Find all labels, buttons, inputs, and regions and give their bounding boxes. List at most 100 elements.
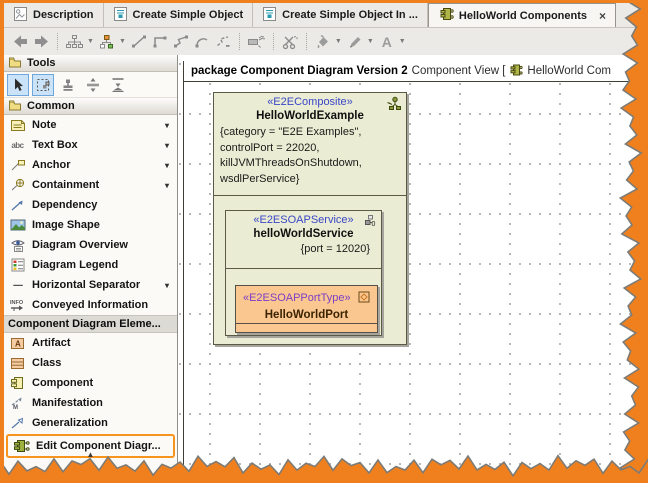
palette-item-horizontal-separator[interactable]: ---- Horizontal Separator ▾	[4, 275, 177, 295]
horizontal-separator-icon: ----	[9, 280, 26, 291]
palette-item-label: Diagram Legend	[32, 259, 172, 271]
diagram-tab-bar: Description Create Simple Object Create …	[4, 3, 648, 28]
rectilinear-line-icon[interactable]	[150, 31, 170, 53]
palette-item-artifact[interactable]: A Artifact	[4, 333, 177, 353]
diagram-frame-border	[183, 82, 184, 483]
diagram-canvas[interactable]: package Component Diagram Version 2 Comp…	[178, 55, 648, 483]
svg-text:M: M	[13, 405, 18, 410]
diagram-legend-icon	[9, 258, 26, 272]
palette-item-component[interactable]: Component	[4, 373, 177, 393]
anchor-icon	[9, 158, 26, 172]
service-property: {port = 12020}	[231, 243, 376, 255]
class-icon	[9, 357, 26, 370]
palette-item-dependency[interactable]: Dependency	[4, 195, 177, 215]
folder-icon	[8, 99, 22, 114]
stereotype-label: «E2ESOAPPortType»	[243, 292, 351, 304]
palette-item-label: Note	[32, 119, 159, 131]
select-tool-icon[interactable]	[7, 74, 29, 96]
palette-item-label: Diagram Overview	[32, 239, 172, 251]
fill-color-icon[interactable]	[313, 31, 333, 53]
palette-item-diagram-legend[interactable]: Diagram Legend	[4, 255, 177, 275]
tab-create-simple-object[interactable]: Create Simple Object	[104, 3, 254, 27]
porttype-empty-compartment	[236, 323, 377, 332]
dropdown-caret-icon[interactable]: ▼	[119, 38, 126, 45]
quick-layout-icon[interactable]	[97, 31, 117, 53]
dropdown-caret-icon[interactable]: ▼	[367, 38, 374, 45]
palette-item-label: Text Box	[32, 139, 159, 151]
component-helloworldport[interactable]: «E2ESOAPPortType» HelloWorldPort	[235, 285, 378, 333]
stamp-tool-icon[interactable]	[57, 74, 79, 96]
diagram-toolbar: ▼ ▼ ▼	[4, 28, 648, 55]
pen-color-icon[interactable]	[345, 31, 365, 53]
artifact-icon: A	[9, 337, 26, 350]
toolbar-separator	[57, 33, 58, 50]
stereotype-label: «E2EComposite»	[220, 96, 400, 108]
containment-icon	[9, 178, 26, 192]
diagram-overview-icon	[9, 238, 26, 252]
frame-view-label: Component View [	[412, 65, 506, 77]
component-property-line: wsdlPerService}	[220, 172, 400, 188]
tools-row	[4, 72, 177, 98]
dropdown-caret-icon[interactable]: ▼	[335, 38, 342, 45]
dropdown-caret-icon[interactable]: ▼	[87, 38, 94, 45]
generalization-icon	[9, 417, 26, 430]
palette-item-conveyed-information[interactable]: INFO Conveyed Information	[4, 295, 177, 315]
palette-item-text-box[interactable]: abc Text Box ▾	[4, 135, 177, 155]
palette-scroll-arrow[interactable]: ▲	[4, 450, 177, 459]
palette-section-component-diagram-elements[interactable]: Component Diagram Eleme...	[4, 315, 177, 333]
palette-item-generalization[interactable]: Generalization	[4, 413, 177, 433]
chevron-down-icon[interactable]: ▾	[165, 281, 172, 290]
palette-item-image-shape[interactable]: Image Shape	[4, 215, 177, 235]
text-box-icon: abc	[9, 141, 26, 150]
palette-item-label: Class	[32, 357, 172, 369]
porttype-name: HelloWorldPort	[236, 309, 377, 321]
chevron-down-icon[interactable]: ▾	[165, 141, 172, 150]
cut-icon[interactable]	[280, 31, 300, 53]
palette-item-anchor[interactable]: Anchor ▾	[4, 155, 177, 175]
composite-structure-icon	[386, 96, 402, 116]
font-icon[interactable]: A	[377, 31, 397, 53]
svg-text:A: A	[15, 339, 21, 348]
chevron-down-icon[interactable]: ▾	[165, 181, 172, 190]
close-icon[interactable]: ×	[599, 10, 606, 22]
straight-line-icon[interactable]	[129, 31, 149, 53]
diagram-frame-header[interactable]: package Component Diagram Version 2 Comp…	[183, 61, 648, 82]
forward-arrow-icon[interactable]	[31, 31, 51, 53]
tab-create-simple-object-in[interactable]: Create Simple Object In ...	[253, 3, 428, 27]
spline-line-icon[interactable]	[213, 31, 233, 53]
tab-label: Create Simple Object In ...	[282, 9, 418, 21]
palette-item-class[interactable]: Class	[4, 353, 177, 373]
content-diagram-icon	[113, 6, 128, 25]
section-label: Common	[27, 100, 75, 112]
component-icon	[9, 376, 26, 390]
palette-item-label: Horizontal Separator	[32, 279, 159, 291]
curved-line-icon[interactable]	[192, 31, 212, 53]
back-arrow-icon[interactable]	[10, 31, 30, 53]
palette-section-tools[interactable]: Tools	[4, 55, 177, 72]
component-helloworldservice[interactable]: «E2ESOAPService» 0 helloWorldService {po…	[225, 210, 382, 336]
content-diagram-icon	[262, 6, 277, 25]
dropdown-caret-icon[interactable]: ▼	[399, 38, 406, 45]
tab-description[interactable]: Description	[4, 3, 104, 27]
service-header-compartment: «E2ESOAPService» 0 helloWorldService {po…	[226, 211, 381, 269]
component-helloworldexample[interactable]: «E2EComposite» HelloWorldExample {catego…	[213, 92, 407, 345]
palette-item-note[interactable]: Note ▾	[4, 115, 177, 135]
display-related-icon[interactable]	[246, 31, 267, 53]
palette-section-common[interactable]: Common	[4, 98, 177, 115]
chevron-down-icon[interactable]: ▾	[165, 121, 172, 130]
component-diagram-icon	[438, 6, 454, 25]
component-diagram-icon	[509, 63, 523, 80]
palette-item-containment[interactable]: Containment ▾	[4, 175, 177, 195]
palette-item-diagram-overview[interactable]: Diagram Overview	[4, 235, 177, 255]
vertical-distribute-icon[interactable]	[82, 74, 104, 96]
palette-item-label: Conveyed Information	[32, 299, 172, 311]
vertical-align-icon[interactable]	[107, 74, 129, 96]
palette-item-label: Artifact	[32, 337, 172, 349]
palette-item-label: Component	[32, 377, 172, 389]
chevron-down-icon[interactable]: ▾	[165, 161, 172, 170]
tab-helloworld-components[interactable]: HelloWorld Components ×	[428, 3, 616, 27]
oblique-line-icon[interactable]	[171, 31, 191, 53]
marquee-tool-icon[interactable]	[32, 74, 54, 96]
palette-item-manifestation[interactable]: M Manifestation	[4, 393, 177, 413]
containment-layout-icon[interactable]	[64, 31, 85, 53]
